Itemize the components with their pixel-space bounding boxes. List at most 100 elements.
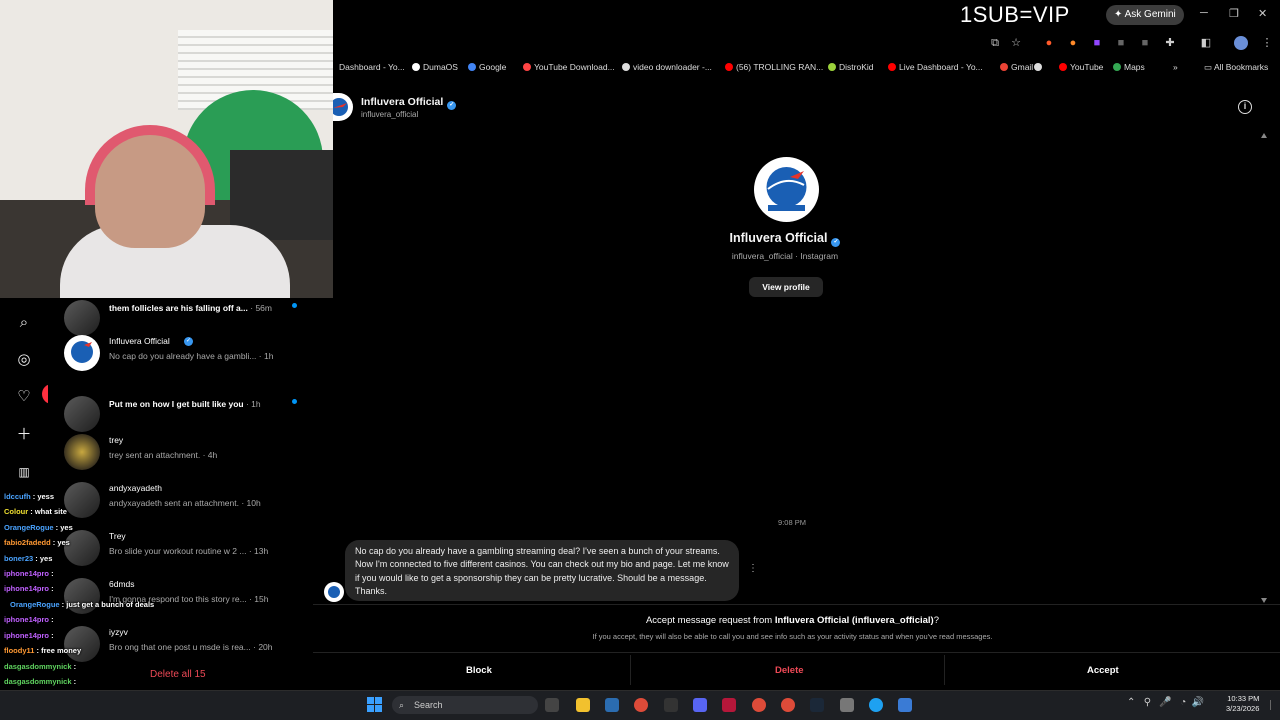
ask-gemini-button[interactable]: ✦ Ask Gemini [1106,5,1184,25]
extension-icon[interactable]: ● [1042,36,1056,50]
chat-username: Colour [4,507,29,516]
chat-line: iphone14pro : [4,615,54,624]
app-icon[interactable] [722,698,736,712]
scrollbar[interactable] [1260,132,1268,604]
app-icon[interactable] [898,698,912,712]
message-bubble[interactable]: No cap do you already have a gambling st… [345,540,739,601]
create-plus-icon[interactable]: ＋ [15,426,33,444]
heart-icon[interactable]: ♡ [15,388,33,406]
header-avatar[interactable] [333,93,353,121]
file-explorer-icon[interactable] [576,698,590,712]
message-timestamp: 9:08 PM [778,518,806,527]
obs-icon[interactable] [664,698,678,712]
install-app-icon[interactable]: ⧉ [988,36,1002,50]
taskbar-clock[interactable]: 10:33 PM 3/23/2026 [1226,694,1259,714]
wifi-icon[interactable]: ◔ [1180,697,1186,708]
bookmark-item[interactable]: video downloader -... [622,62,712,72]
steam-icon[interactable] [810,698,824,712]
conversation-item[interactable]: Influvera Official ✓ No cap do you already… [48,333,313,381]
bookmark-item[interactable]: DistroKid [828,62,873,72]
system-tray[interactable]: ⌃ ⚲ 🎤 ◔ 🔊 [1127,697,1204,708]
bookmark-item[interactable] [1034,62,1045,72]
explore-compass-icon[interactable]: ◎ [15,351,33,369]
side-panel-icon[interactable]: ◧ [1199,36,1213,50]
chat-username: OrangeRogue [10,600,60,609]
google-icon [468,63,476,71]
view-profile-button[interactable]: View profile [749,277,823,297]
windows-start-icon[interactable] [367,697,383,713]
bookmark-item[interactable]: YouTube [1059,62,1103,72]
all-bookmarks-folder[interactable]: ▭ All Bookmarks [1204,62,1268,73]
chat-username: iphone14pro [4,615,50,624]
profile-name: Influvera Official ✓ [729,231,841,247]
more-options-icon[interactable]: ⋮ [748,563,758,574]
settings-gear-icon[interactable] [840,698,854,712]
bookmark-item[interactable]: YouTube Download... [523,62,615,72]
block-button[interactable]: Block [466,665,492,676]
volume-icon[interactable]: 🔊 [1192,697,1204,708]
info-icon[interactable]: i [1238,100,1252,114]
chat-username: floody11 [4,646,35,655]
extension-icon[interactable]: ■ [1090,36,1104,50]
task-view-icon[interactable] [545,698,559,712]
extensions-puzzle-icon[interactable]: ✚ [1163,36,1177,50]
chat-line: OrangeRogue : yes [4,523,73,532]
chevron-up-icon[interactable]: ⌃ [1127,697,1135,708]
restore-icon[interactable]: ❐ [1229,7,1239,20]
avatar [64,396,100,432]
preview-text: No cap do you already have a gambli... [109,351,257,361]
header-username: influvera_official [361,110,419,119]
bookmark-item[interactable]: Gmail [1000,62,1033,72]
store-icon[interactable] [605,698,619,712]
conversation-item[interactable]: trey trey sent an attachment. · 4h [48,432,313,480]
avatar [64,300,100,336]
show-desktop-button[interactable] [1270,700,1276,710]
profile-avatar-icon[interactable] [1234,36,1248,50]
webcam-overlay [0,0,333,298]
bookmark-item[interactable]: Live Dashboard - Yo... [888,62,983,72]
bookmark-item[interactable]: Dashboard - Yo... [339,62,405,72]
discord-icon[interactable] [693,698,707,712]
profile-avatar[interactable] [754,157,819,222]
search-icon[interactable]: ⌕ [15,314,33,332]
verified-badge-icon: ✓ [447,101,457,110]
chevron-right-icon[interactable]: » [1173,62,1178,72]
bookmark-item[interactable]: Maps [1113,62,1145,72]
accept-button[interactable]: Accept [1087,665,1119,676]
chat-line: iphone14pro : [4,631,54,640]
chrome-icon[interactable] [634,698,648,712]
mic-icon[interactable]: 🎤 [1159,697,1171,708]
chrome-icon[interactable] [752,698,766,712]
preview-text: trey sent an attachment. [109,450,201,460]
clock-date: 3/23/2026 [1226,704,1260,713]
network-icon[interactable]: ⚲ [1144,697,1151,708]
edge-icon[interactable] [869,698,883,712]
youtube-icon [1059,63,1067,71]
conversation-name: Influvera Official [109,336,170,346]
chat-username: fabio2fadedd [4,538,51,547]
extension-icon[interactable]: ■ [1114,36,1128,50]
chrome-icon[interactable] [781,698,795,712]
search-icon: ⌕ [399,700,405,710]
chat-message: yes [60,523,73,532]
conversation-time: 20h [258,642,273,652]
bookmark-star-icon[interactable]: ☆ [1009,36,1023,50]
minimize-icon[interactable]: ─ [1200,7,1208,19]
ask-gemini-label: Ask Gemini [1124,9,1176,20]
close-icon[interactable]: ✕ [1258,7,1267,20]
header-name[interactable]: Influvera Official ✓ [361,96,457,110]
bookmark-item[interactable]: Google [468,62,506,72]
chat-line: iphone14pro : [4,584,54,593]
taskbar-search[interactable]: ⌕ Search [392,696,538,714]
divider [630,655,631,685]
conversation-time: 1h [251,399,261,409]
menu-dots-icon[interactable]: ⋮ [1260,36,1274,50]
bookmark-item[interactable]: (56) TROLLING RAN... [725,62,823,72]
gmail-icon [1000,63,1008,71]
delete-button[interactable]: Delete [775,665,804,676]
extension-icon[interactable]: ● [1066,36,1080,50]
chat-username: ldccufh [4,492,31,501]
bookmark-item[interactable]: DumaOS [412,62,458,72]
dashboard-icon[interactable]: ▥ [15,463,33,481]
extension-icon[interactable]: ■ [1138,36,1152,50]
